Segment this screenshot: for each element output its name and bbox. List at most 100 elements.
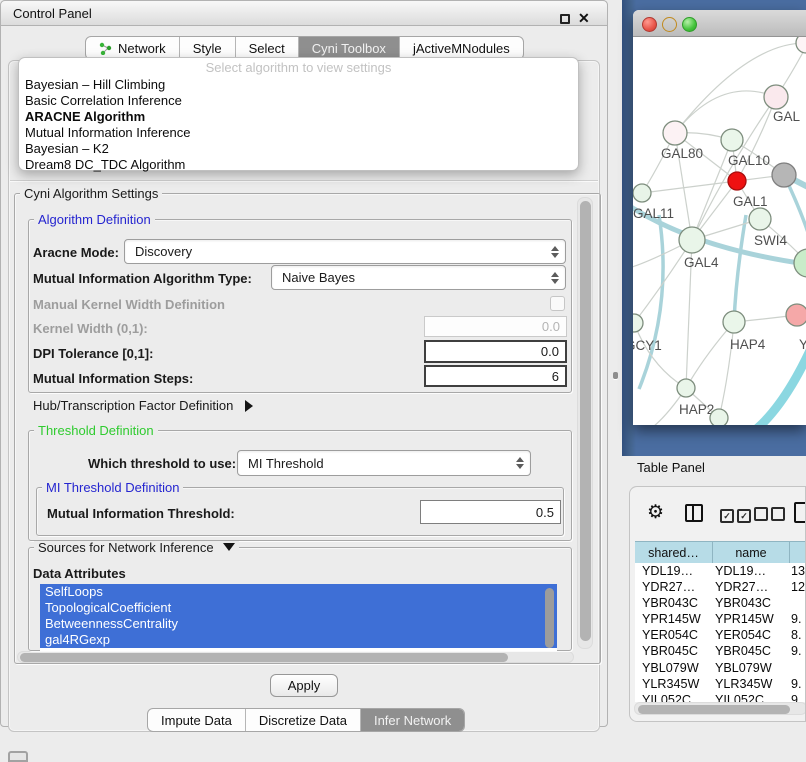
network-edge[interactable] <box>734 215 746 322</box>
mi-type-select[interactable]: Naive Bayes <box>271 265 566 290</box>
expander-arrow-icon <box>245 400 253 412</box>
network-edge[interactable] <box>642 181 737 193</box>
network-edge[interactable] <box>639 215 663 389</box>
network-graph[interactable]: GALGAL80GAL10GAL1GAL11SWI4GAL4GCY1HAP4YH… <box>633 37 806 425</box>
network-node[interactable] <box>794 249 806 277</box>
divider <box>10 180 598 181</box>
tab-cyni-toolbox[interactable]: Cyni Toolbox <box>298 37 399 59</box>
aracne-mode-select[interactable]: Discovery <box>124 239 566 264</box>
network-window-titlebar[interactable] <box>633 10 806 37</box>
cyni-settings-group-title: Cyni Algorithm Settings <box>20 187 162 200</box>
tab-impute-data[interactable]: Impute Data <box>148 709 245 731</box>
mi-threshold-value: 0.5 <box>536 505 554 520</box>
tab-jactivemnodules[interactable]: jActiveMNodules <box>399 37 523 59</box>
algorithm-option[interactable]: Basic Correlation Inference <box>23 93 574 109</box>
network-node-gcy1[interactable] <box>633 314 643 332</box>
splitter-handle[interactable] <box>613 372 618 379</box>
attribute-item[interactable]: gal4RGexp <box>40 632 557 648</box>
algorithm-option[interactable]: Bayesian – K2 <box>23 141 574 157</box>
column-header-shared-name[interactable]: shared… <box>635 541 713 565</box>
tab-network-label: Network <box>118 41 166 56</box>
network-node[interactable] <box>710 409 728 425</box>
tab-style-label: Style <box>193 41 222 56</box>
settings-horizontal-scrollbar-thumb[interactable] <box>20 653 508 662</box>
close-icon[interactable]: ✕ <box>578 11 590 25</box>
algorithm-option[interactable]: Mutual Information Inference <box>23 125 574 141</box>
network-canvas[interactable]: GALGAL80GAL10GAL1GAL11SWI4GAL4GCY1HAP4YH… <box>633 37 806 425</box>
float-window-icon[interactable] <box>560 14 570 24</box>
network-node-gal11[interactable] <box>633 184 651 202</box>
table-row[interactable]: YIL052CYIL052C9 <box>635 692 806 702</box>
network-edge[interactable] <box>675 91 776 133</box>
tab-impute-data-label: Impute Data <box>161 713 232 728</box>
which-threshold-select[interactable]: MI Threshold <box>237 450 531 476</box>
algorithm-option[interactable]: Bayesian – Hill Climbing <box>23 77 574 93</box>
table-row[interactable]: YPR145WYPR145W9. <box>635 611 806 627</box>
kernel-width-input[interactable]: 0.0 <box>424 316 567 337</box>
deselect-all-icon[interactable] <box>754 507 788 524</box>
sources-title-label: Sources for Network Inference <box>38 540 214 555</box>
select-all-icon[interactable]: ✓✓ <box>720 507 754 523</box>
column-header-name[interactable]: name <box>713 541 790 565</box>
data-attributes-list: SelfLoops TopologicalCoefficient Between… <box>40 584 557 651</box>
tab-select[interactable]: Select <box>235 37 298 59</box>
network-node-hap4[interactable] <box>723 311 745 333</box>
network-node-gal80[interactable] <box>663 121 687 145</box>
tab-infer-network[interactable]: Infer Network <box>360 709 464 731</box>
table-row[interactable]: YER054CYER054C8. <box>635 627 806 643</box>
corner-widget[interactable] <box>8 751 28 762</box>
algorithm-option[interactable]: Dream8 DC_TDC Algorithm <box>23 157 574 173</box>
network-node-label: GAL80 <box>661 146 703 161</box>
network-node-gal10[interactable] <box>721 129 743 151</box>
table-row[interactable]: YBR043CYBR043C <box>635 595 806 611</box>
attribute-item[interactable]: TopologicalCoefficient <box>40 600 557 616</box>
mi-steps-input[interactable]: 6 <box>424 365 567 387</box>
network-node-gal1[interactable] <box>728 172 746 190</box>
network-node-gal4[interactable] <box>679 227 705 253</box>
table-cell: 12 <box>791 579 806 595</box>
dpi-tolerance-input[interactable]: 0.0 <box>424 340 567 363</box>
network-node[interactable] <box>772 163 796 187</box>
gear-icon[interactable]: ⚙ <box>647 501 664 524</box>
tab-discretize-data[interactable]: Discretize Data <box>245 709 360 731</box>
zoom-traffic-light[interactable] <box>682 17 697 32</box>
network-node-hap2[interactable] <box>677 379 695 397</box>
attribute-item[interactable]: BetweennessCentrality <box>40 616 557 632</box>
network-node-swi4[interactable] <box>749 208 771 230</box>
settings-horizontal-scrollbar[interactable] <box>17 651 574 663</box>
settings-vertical-scrollbar-thumb[interactable] <box>580 201 591 641</box>
table-row[interactable]: YDL19…YDL19…13 <box>635 563 806 579</box>
hub-definition-label: Hub/Transcription Factor Definition <box>33 398 233 413</box>
hub-definition-expander[interactable]: Hub/Transcription Factor Definition <box>33 398 253 413</box>
network-node-y[interactable] <box>786 304 806 326</box>
table-row[interactable]: YBR045CYBR045C9. <box>635 643 806 659</box>
table-cell: 8. <box>791 627 806 643</box>
settings-vertical-scrollbar[interactable] <box>577 197 593 649</box>
data-attributes-label: Data Attributes <box>33 566 126 581</box>
table-row[interactable]: YLR345WYLR345W9. <box>635 676 806 692</box>
algorithm-option-selected[interactable]: ARACNE Algorithm <box>23 109 574 125</box>
manual-kernel-checkbox[interactable] <box>550 296 565 311</box>
network-node-gal[interactable] <box>764 85 788 109</box>
network-node-label: GAL11 <box>633 206 674 221</box>
dpi-tolerance-value: 0.0 <box>541 344 559 359</box>
network-node[interactable] <box>796 37 806 53</box>
table-row[interactable]: YBL079WYBL079W <box>635 660 806 676</box>
kernel-width-label: Kernel Width (0,1): <box>33 321 148 336</box>
minimize-traffic-light[interactable] <box>662 17 677 32</box>
tab-network[interactable]: Network <box>86 37 179 59</box>
table-horizontal-scrollbar-thumb[interactable] <box>638 705 790 714</box>
tab-style[interactable]: Style <box>179 37 235 59</box>
sources-group-title[interactable]: Sources for Network Inference <box>34 541 239 554</box>
apply-button[interactable]: Apply <box>270 674 338 697</box>
file-icon[interactable] <box>794 502 806 526</box>
attributes-scrollbar-thumb[interactable] <box>545 588 554 648</box>
table-horizontal-scrollbar[interactable] <box>634 702 806 715</box>
table-row[interactable]: YDR27…YDR27…12 <box>635 579 806 595</box>
column-view-icon[interactable] <box>685 504 703 525</box>
mi-threshold-input[interactable]: 0.5 <box>420 500 561 524</box>
attribute-item[interactable]: SelfLoops <box>40 584 557 600</box>
column-header-partial[interactable] <box>790 541 806 565</box>
table-panel-container: ⚙ ✓✓ shared… name YDL19…YDL19…13YDR27…YD… <box>629 486 806 722</box>
close-traffic-light[interactable] <box>642 17 657 32</box>
